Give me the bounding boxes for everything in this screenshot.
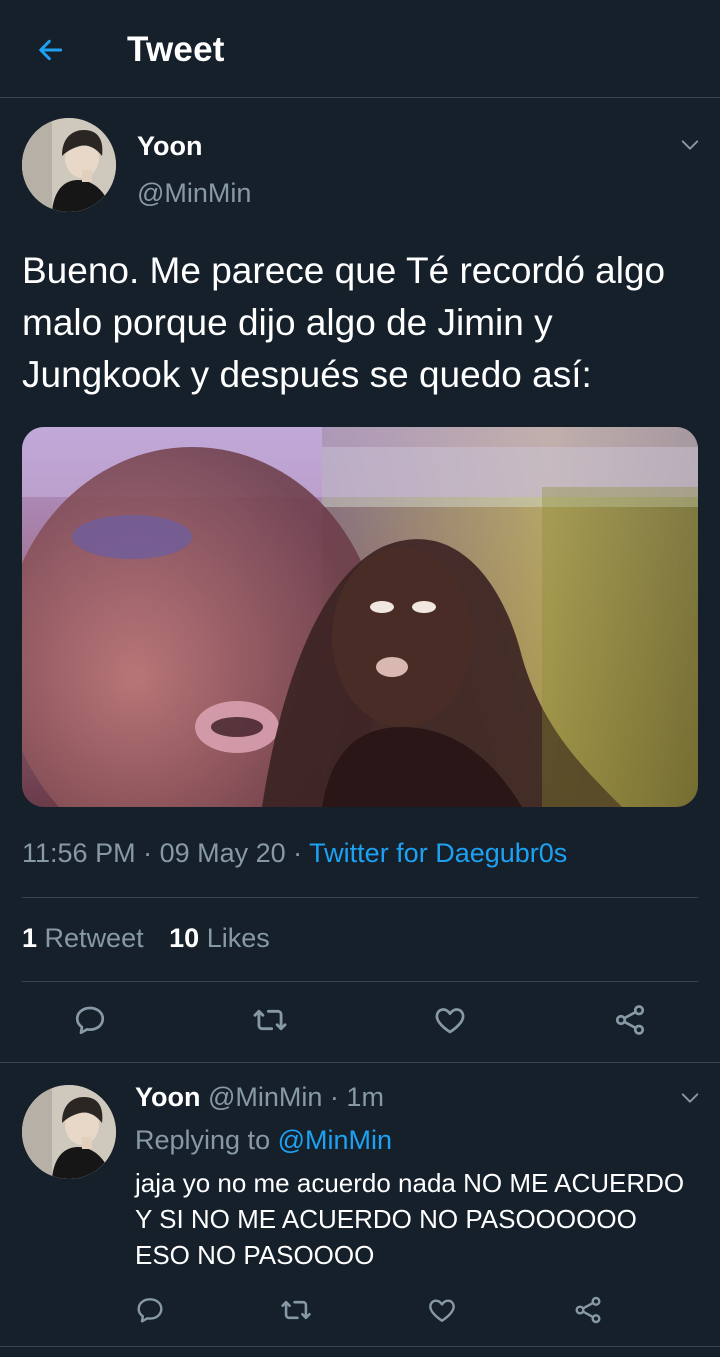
avatar-image <box>22 1085 116 1179</box>
reply-bubble-icon <box>137 1298 163 1323</box>
divider <box>22 981 698 982</box>
chevron-down-icon <box>681 1093 699 1103</box>
retweet-button[interactable] <box>248 998 292 1042</box>
share-icon <box>615 1005 645 1035</box>
reply-time: 1m <box>346 1082 384 1112</box>
tweet-meta: 11:56 PM · 09 May 20 · Twitter for Daegu… <box>22 838 567 869</box>
reply-button[interactable] <box>68 998 112 1042</box>
tweet-time: 11:56 PM <box>22 838 136 868</box>
replying-to: Replying to @MinMin <box>135 1125 392 1156</box>
replying-label: Replying to <box>135 1125 271 1155</box>
retweet-icon <box>281 1300 311 1320</box>
divider <box>22 897 698 898</box>
heart-icon <box>435 1008 465 1034</box>
chevron-down-icon <box>681 140 699 150</box>
share-button[interactable] <box>608 998 652 1042</box>
author-avatar[interactable] <box>22 118 116 212</box>
reply-author-handle[interactable]: @MinMin <box>208 1082 322 1112</box>
reply-retweet-button[interactable] <box>274 1288 318 1332</box>
back-button[interactable] <box>28 28 72 72</box>
top-bar: Tweet <box>0 0 720 98</box>
meta-separator: · <box>322 1082 347 1112</box>
meta-separator: · <box>285 838 310 868</box>
page-title: Tweet <box>127 30 225 69</box>
reply-share-button[interactable] <box>566 1288 610 1332</box>
heart-icon <box>429 1299 455 1322</box>
reply-like-button[interactable] <box>420 1288 464 1332</box>
share-icon <box>575 1296 601 1324</box>
retweet-icon <box>253 1009 287 1031</box>
retweets-stat[interactable]: 1 Retweet <box>22 923 144 953</box>
reply-text: jaja yo no me acuerdo nada NO ME ACUERDO… <box>135 1168 685 1270</box>
reply-header: Yoon @MinMin · 1m <box>135 1082 384 1113</box>
arrow-left-icon <box>39 39 63 61</box>
meta-separator: · <box>135 838 160 868</box>
likes-stat[interactable]: 10 Likes <box>169 923 270 953</box>
reply-author-name[interactable]: Yoon <box>135 1082 200 1112</box>
reply-menu-button[interactable] <box>675 1083 705 1113</box>
reply-author-avatar[interactable] <box>22 1085 116 1179</box>
tweet-source-link[interactable]: Twitter for Daegubr0s <box>309 838 567 868</box>
reply-bubble-icon <box>75 1006 105 1035</box>
author-handle[interactable]: @MinMin <box>137 178 251 209</box>
section-divider <box>0 1062 720 1063</box>
author-name[interactable]: Yoon <box>137 131 202 162</box>
like-button[interactable] <box>428 998 472 1042</box>
tweet-date: 09 May 20 <box>159 838 286 868</box>
replying-handle-link[interactable]: @MinMin <box>278 1125 392 1155</box>
avatar-image <box>22 118 116 212</box>
tweet-image[interactable] <box>22 427 698 807</box>
section-divider <box>0 1346 720 1347</box>
tweet-menu-button[interactable] <box>675 130 705 160</box>
tweet-stats: 1 Retweet 10 Likes <box>22 923 270 954</box>
reply-reply-button[interactable] <box>128 1288 172 1332</box>
tweet-text: Bueno. Me parece que Té recordó algo mal… <box>22 250 666 395</box>
